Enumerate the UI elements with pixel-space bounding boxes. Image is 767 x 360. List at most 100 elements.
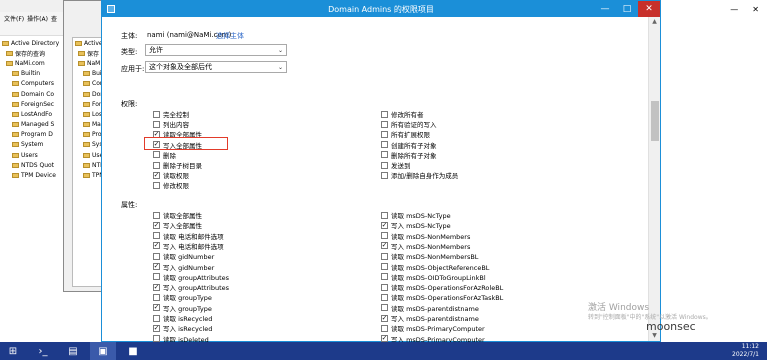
checkbox-unchecked-icon[interactable] (381, 161, 388, 169)
permission-checkbox[interactable]: 读取 gidNumber (153, 251, 214, 261)
checkbox-unchecked-icon[interactable] (381, 110, 388, 118)
checkbox-unchecked-icon[interactable] (381, 151, 388, 159)
checkbox-unchecked-icon[interactable] (153, 181, 160, 189)
permission-checkbox[interactable]: 读取 msDS-NcType (381, 210, 451, 220)
permission-checkbox[interactable]: 修改所有者 (381, 109, 424, 119)
permission-checkbox[interactable]: ✓ 写入 groupType (153, 303, 212, 313)
select-principal-link[interactable]: 选择主体 (216, 31, 244, 41)
permission-checkbox[interactable]: ✓ 写入 msDS-parentdistname (381, 313, 479, 323)
permission-checkbox[interactable]: 读取 msDS-OIDToGroupLinkBl (381, 272, 486, 282)
close-button[interactable]: ✕ (638, 1, 660, 17)
checkbox-checked-icon[interactable]: ✓ (153, 263, 160, 270)
taskbar-clock[interactable]: 11:12 2022/7/1 (732, 343, 759, 359)
permission-checkbox[interactable]: 读取 isRecycled (153, 313, 212, 323)
permission-checkbox[interactable]: ✓ 写入 gidNumber (153, 262, 214, 272)
permission-checkbox[interactable]: 读取 msDS-PrimaryComputer (381, 323, 485, 333)
checkbox-unchecked-icon[interactable] (381, 283, 388, 291)
permission-checkbox[interactable]: 所有扩展权限 (381, 129, 430, 139)
permission-checkbox[interactable]: 读取 groupAttributes (153, 272, 229, 282)
permission-checkbox[interactable]: 添加/删除自身作为成员 (381, 170, 458, 180)
permission-checkbox[interactable]: ✓ 写入 isRecycled (153, 323, 212, 333)
checkbox-checked-icon[interactable]: ✓ (381, 221, 388, 229)
permission-checkbox[interactable]: 列出内容 (153, 119, 189, 129)
checkbox-unchecked-icon[interactable] (153, 151, 160, 159)
permission-checkbox[interactable]: ✓ 写入 msDS-NcType (381, 220, 451, 230)
scrollbar-thumb[interactable] (651, 101, 659, 141)
checkbox-unchecked-icon[interactable] (381, 120, 388, 128)
checkbox-unchecked-icon[interactable] (153, 211, 160, 219)
permission-checkbox[interactable]: 读取 电话和邮件选项 (153, 231, 224, 241)
checkbox-checked-icon[interactable]: ✓ (153, 242, 160, 250)
checkbox-unchecked-icon[interactable] (381, 293, 388, 301)
terminal-icon[interactable]: ■ (120, 342, 146, 360)
folder-icon (12, 122, 19, 128)
checkbox-label: 写入 msDS-NcType (391, 222, 451, 231)
checkbox-checked-icon[interactable]: ✓ (153, 324, 160, 332)
minimize-button[interactable]: — (594, 1, 616, 17)
checkbox-checked-icon[interactable]: ✓ (153, 283, 160, 291)
maximize-button[interactable]: □ (616, 1, 638, 17)
folder-icon (83, 162, 90, 168)
type-select[interactable]: 允许 ⌄ (145, 44, 287, 56)
permission-checkbox[interactable]: 读取全部属性 (153, 210, 202, 220)
checkbox-unchecked-icon[interactable] (381, 171, 388, 179)
permission-checkbox[interactable]: 读取 msDS-NonMembersBL (381, 251, 478, 261)
permission-checkbox[interactable]: 删除 (153, 150, 176, 160)
powershell-icon[interactable]: ›_ (30, 342, 56, 360)
menu-file[interactable]: 文件(F) (4, 14, 24, 23)
scroll-up-icon[interactable]: ▲ (649, 17, 660, 27)
permission-checkbox[interactable]: ✓ 写入全部属性 (153, 220, 202, 230)
folder-icon (83, 111, 90, 117)
checkbox-unchecked-icon[interactable] (153, 232, 160, 240)
checkbox-unchecked-icon[interactable] (381, 252, 388, 260)
checkbox-unchecked-icon[interactable] (381, 304, 388, 312)
permission-checkbox[interactable]: ✓ 读取权限 (153, 170, 189, 180)
checkbox-unchecked-icon[interactable] (153, 314, 160, 322)
checkbox-unchecked-icon[interactable] (381, 130, 388, 138)
file-explorer-icon[interactable]: ▤ (60, 342, 86, 360)
ad-tools-icon[interactable]: ▣ (90, 342, 116, 360)
permission-checkbox[interactable]: 发送到 (381, 160, 411, 170)
folder-icon (12, 152, 19, 158)
start-button[interactable]: ⊞ (0, 342, 26, 360)
checkbox-unchecked-icon[interactable] (153, 110, 160, 118)
permission-checkbox[interactable]: 修改权限 (153, 180, 189, 190)
checkbox-unchecked-icon[interactable] (381, 273, 388, 281)
right-close-button[interactable]: ✕ (752, 5, 759, 14)
permission-checkbox[interactable]: 读取 msDS-OperationsForAzRoleBL (381, 282, 503, 292)
permission-checkbox[interactable]: 读取 groupType (153, 292, 212, 302)
permission-checkbox[interactable]: 删除子树目录 (153, 160, 202, 170)
checkbox-unchecked-icon[interactable] (381, 232, 388, 240)
folder-icon (6, 60, 13, 66)
dialog-scrollbar[interactable]: ▲ ▼ (648, 17, 660, 341)
checkbox-unchecked-icon[interactable] (381, 141, 388, 149)
permission-checkbox[interactable]: 完全控制 (153, 109, 189, 119)
checkbox-checked-icon[interactable]: ✓ (153, 171, 160, 179)
checkbox-unchecked-icon[interactable] (381, 211, 388, 219)
checkbox-checked-icon[interactable]: ✓ (381, 242, 388, 250)
checkbox-unchecked-icon[interactable] (381, 324, 388, 332)
permission-checkbox[interactable]: 读取 msDS-parentdistname (381, 303, 479, 313)
permission-checkbox[interactable]: 所有验证的写入 (381, 119, 437, 129)
permission-checkbox[interactable]: 读取 msDS-ObjectReferenceBL (381, 262, 489, 272)
permission-checkbox[interactable]: ✓ 写入 msDS-NonMembers (381, 241, 470, 251)
checkbox-unchecked-icon[interactable] (153, 293, 160, 301)
checkbox-unchecked-icon[interactable] (381, 263, 388, 270)
checkbox-checked-icon[interactable]: ✓ (153, 304, 160, 312)
checkbox-unchecked-icon[interactable] (153, 273, 160, 281)
checkbox-unchecked-icon[interactable] (153, 120, 160, 128)
permission-checkbox[interactable]: 读取 msDS-OperationsForAzTaskBL (381, 292, 503, 302)
permission-checkbox[interactable]: ✓ 写入 电话和邮件选项 (153, 241, 224, 251)
checkbox-checked-icon[interactable]: ✓ (381, 314, 388, 322)
applies-to-select[interactable]: 这个对象及全部后代 ⌄ (145, 61, 287, 73)
permission-checkbox[interactable]: ✓ 写入 groupAttributes (153, 282, 229, 292)
checkbox-unchecked-icon[interactable] (153, 252, 160, 260)
menu-view[interactable]: 查 (51, 14, 57, 23)
permission-checkbox[interactable]: 读取 msDS-NonMembers (381, 231, 470, 241)
menu-action[interactable]: 操作(A) (27, 14, 48, 23)
permission-checkbox[interactable]: 删除所有子对象 (381, 150, 437, 160)
checkbox-unchecked-icon[interactable] (153, 161, 160, 169)
checkbox-checked-icon[interactable]: ✓ (153, 221, 160, 229)
permission-checkbox[interactable]: 创建所有子对象 (381, 140, 437, 150)
right-minimize-button[interactable]: — (730, 5, 738, 14)
